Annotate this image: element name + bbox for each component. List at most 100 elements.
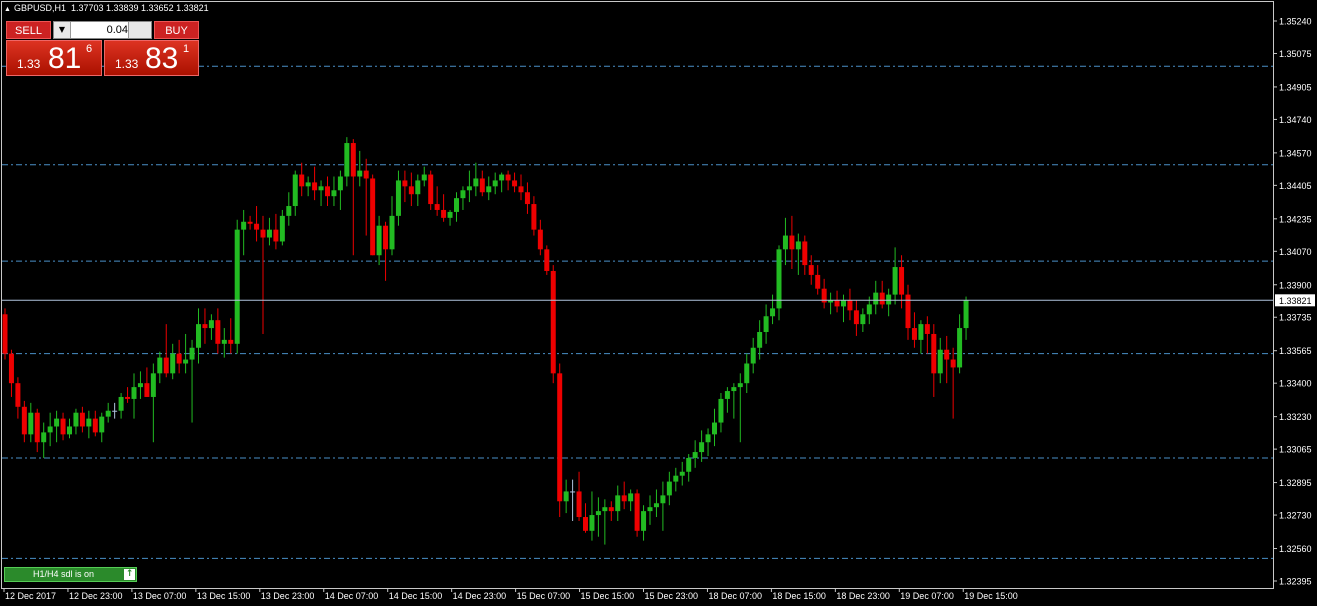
candle-body xyxy=(473,178,479,187)
candle-body xyxy=(892,267,898,295)
candle-body xyxy=(589,515,595,531)
candle-body xyxy=(879,292,885,305)
candle-body xyxy=(802,241,808,266)
sell-price-pips: 81 xyxy=(48,42,82,75)
candle-body xyxy=(757,332,763,348)
candle-body xyxy=(428,174,434,205)
candle-body xyxy=(183,359,189,364)
candle-body xyxy=(434,204,440,210)
candle-body xyxy=(699,442,705,453)
candle-body xyxy=(286,206,292,216)
candle-body xyxy=(679,471,685,476)
candle-body xyxy=(918,324,924,340)
candle-body xyxy=(318,186,324,191)
candle-body xyxy=(331,190,337,197)
candle-body xyxy=(518,186,524,193)
candle-body xyxy=(795,241,801,250)
sdl-indicator-badge: H1/H4 sdl is on ↑ xyxy=(4,567,137,582)
candle-body xyxy=(389,215,395,250)
y-tick-label: 1.33900 xyxy=(1279,280,1312,290)
y-tick-label: 1.33065 xyxy=(1279,445,1312,455)
candle-body xyxy=(118,396,124,411)
candle-body xyxy=(763,316,769,333)
candle-body xyxy=(615,495,621,512)
candle-body xyxy=(899,267,905,295)
buy-price-prefix: 1.33 xyxy=(115,57,139,71)
candle-body xyxy=(570,491,576,493)
candle-body xyxy=(196,324,201,348)
candle-body xyxy=(563,491,569,502)
candle-body xyxy=(737,383,743,388)
y-tick-label: 1.33400 xyxy=(1279,379,1312,389)
candle-body xyxy=(479,178,485,193)
candle-body xyxy=(47,426,53,433)
y-tick-label: 1.34905 xyxy=(1279,82,1312,92)
candle-body xyxy=(957,328,963,368)
x-tick-label: 15 Dec 15:00 xyxy=(581,591,635,601)
x-tick-label: 14 Dec 15:00 xyxy=(389,591,443,601)
candle-body xyxy=(731,387,737,392)
candle-body xyxy=(8,353,14,384)
candle-body xyxy=(834,300,840,307)
candle xyxy=(234,219,240,354)
sell-button[interactable]: SELL xyxy=(6,21,51,39)
candle-body xyxy=(312,182,318,191)
candle-body xyxy=(866,304,872,315)
price-chart[interactable]: 1.35240 1.35075 1.34905 1.34740 1.34570 1.344… xyxy=(0,0,1317,606)
arrow-up-icon[interactable]: ↑ xyxy=(124,569,135,580)
candle-body xyxy=(350,143,356,177)
candle-body xyxy=(963,300,969,329)
candle-body xyxy=(621,495,627,502)
x-tick-label: 14 Dec 07:00 xyxy=(325,591,379,601)
candle-body xyxy=(176,353,182,364)
sell-price-button[interactable]: 1.33 81 6 xyxy=(6,40,102,76)
candle-body xyxy=(208,320,214,329)
candle-body xyxy=(144,383,150,397)
buy-button[interactable]: BUY xyxy=(154,21,199,39)
candle-body xyxy=(886,294,892,305)
candle-body xyxy=(724,391,730,399)
candle-body xyxy=(402,180,408,187)
candle-body xyxy=(408,186,414,195)
candle-body xyxy=(41,432,47,443)
candle-body xyxy=(531,204,537,230)
x-tick-label: 13 Dec 23:00 xyxy=(261,591,315,601)
candle-body xyxy=(395,180,401,216)
x-tick-label: 15 Dec 07:00 xyxy=(517,591,571,601)
candle xyxy=(557,363,563,518)
buy-price-button[interactable]: 1.33 83 1 xyxy=(104,40,199,76)
candle-body xyxy=(215,320,221,344)
candle-body xyxy=(54,418,60,427)
candle-body xyxy=(466,186,472,191)
candle-body xyxy=(705,434,711,443)
candle-body xyxy=(299,174,305,187)
candle-body xyxy=(234,229,240,344)
y-tick-label: 1.34070 xyxy=(1279,247,1312,257)
candle-body xyxy=(189,347,195,360)
y-tick-label: 1.33565 xyxy=(1279,346,1312,356)
candle-body xyxy=(79,412,85,427)
candle-body xyxy=(228,339,234,344)
candle-body xyxy=(744,363,750,384)
y-tick-label: 1.32560 xyxy=(1279,544,1312,554)
candle-body xyxy=(202,324,208,329)
collapse-triangle-icon[interactable]: ▲ xyxy=(4,6,11,13)
candle-body xyxy=(441,209,447,218)
candle xyxy=(428,170,434,210)
y-tick-label: 1.33735 xyxy=(1279,313,1312,323)
x-tick-label: 18 Dec 15:00 xyxy=(772,591,826,601)
candle-body xyxy=(770,308,776,317)
lot-size-value[interactable]: 0.04 xyxy=(72,22,128,38)
candle-body xyxy=(718,398,724,423)
candle-body xyxy=(357,170,363,177)
lot-spinner[interactable] xyxy=(128,22,151,38)
y-tick-label: 1.33230 xyxy=(1279,412,1312,422)
candle-body xyxy=(60,418,66,435)
lot-size-field[interactable]: ▼ 0.04 xyxy=(53,21,152,39)
candle-body xyxy=(505,174,511,181)
candle-body xyxy=(241,221,247,230)
lot-dropdown-icon[interactable]: ▼ xyxy=(54,22,71,38)
candle-body xyxy=(524,192,530,205)
candle-body xyxy=(492,180,498,187)
candle-body xyxy=(841,300,846,307)
